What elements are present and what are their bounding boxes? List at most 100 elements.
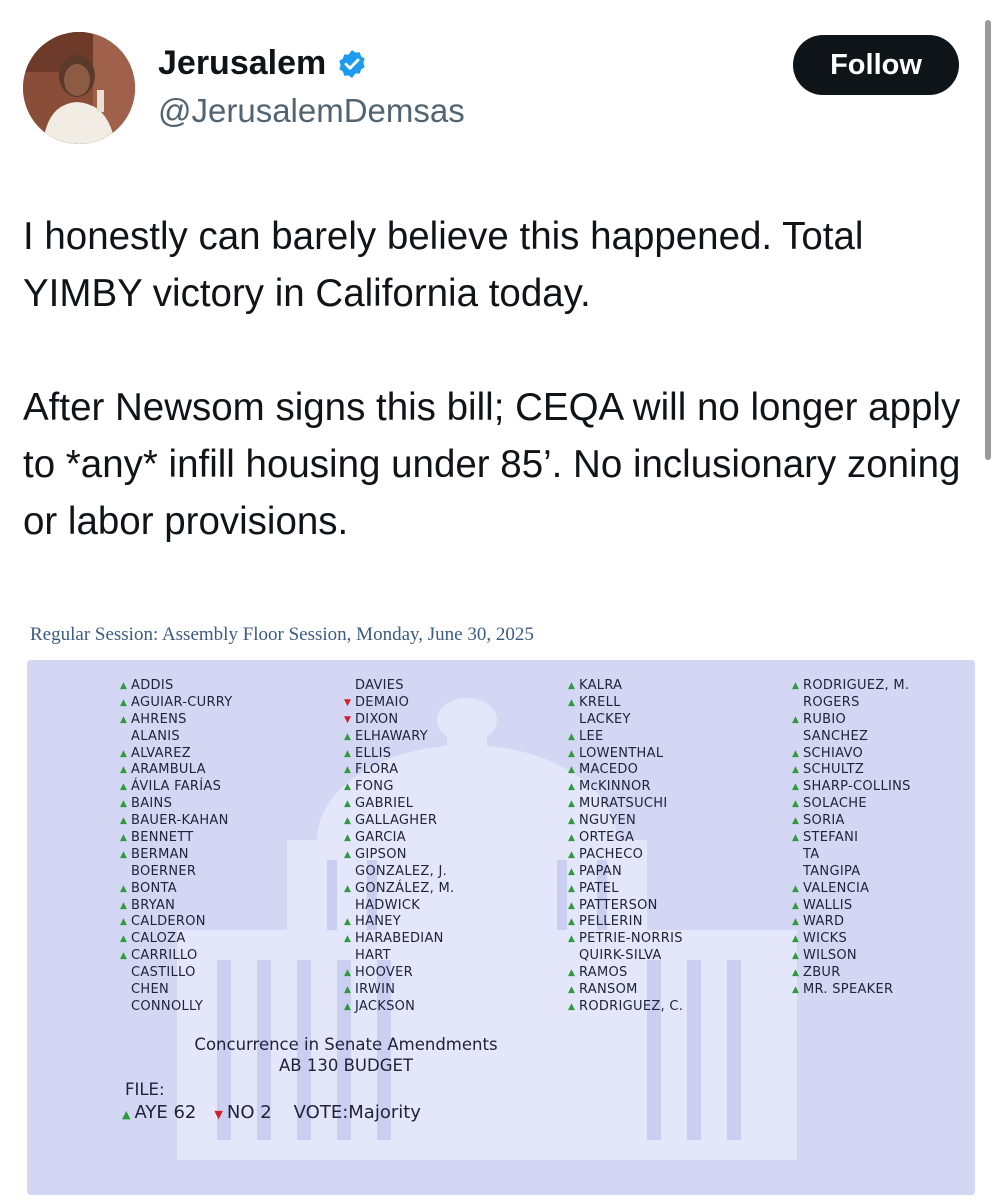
member-row: ▲ CARRILLO xyxy=(117,948,233,965)
aye-triangle-icon: ▲ xyxy=(792,883,800,894)
aye-triangle-icon: ▲ xyxy=(568,968,576,979)
member-name: CARRILLO xyxy=(131,948,198,964)
aye-triangle-icon: ▲ xyxy=(568,748,576,759)
aye-triangle-icon: ▲ xyxy=(344,816,352,827)
member-row: TANGIPA xyxy=(789,864,911,881)
member-name: ELHAWARY xyxy=(355,728,428,744)
member-row: ▲ GIPSON xyxy=(341,847,454,864)
member-name: PATTERSON xyxy=(579,897,658,913)
aye-triangle-icon: ▲ xyxy=(792,951,800,962)
member-name: RAMOS xyxy=(579,965,628,981)
member-row: ▲ GABRIEL xyxy=(341,796,454,813)
member-name: PETRIE-NORRIS xyxy=(579,931,683,947)
member-row: ▲ GARCIA xyxy=(341,830,454,847)
member-name: LEE xyxy=(579,728,604,744)
member-row: BOERNER xyxy=(117,864,233,881)
member-row: ▲ SCHULTZ xyxy=(789,762,911,779)
member-name: DIXON xyxy=(355,711,399,727)
aye-triangle-icon: ▲ xyxy=(792,917,800,928)
aye-triangle-icon: ▲ xyxy=(568,782,576,793)
member-name: HARABEDIAN xyxy=(355,931,444,947)
member-row: HART xyxy=(341,948,454,965)
member-name: IRWIN xyxy=(355,982,396,998)
member-row: CASTILLO xyxy=(117,965,233,982)
aye-triangle-icon: ▲ xyxy=(568,697,576,708)
member-row: ▲ SHARP-COLLINS xyxy=(789,779,911,796)
member-name: MACEDO xyxy=(579,762,639,778)
aye-triangle-icon: ▲ xyxy=(792,968,800,979)
member-row: ALANIS xyxy=(117,729,233,746)
member-name: VALENCIA xyxy=(803,880,870,896)
member-name: BRYAN xyxy=(131,897,176,913)
aye-triangle-icon: ▲ xyxy=(344,968,352,979)
member-name: GARCIA xyxy=(355,830,406,846)
member-name: SCHIAVO xyxy=(803,745,863,761)
aye-triangle-icon: ▲ xyxy=(344,1001,352,1012)
member-name: CASTILLO xyxy=(131,965,196,981)
scrollbar[interactable] xyxy=(985,20,991,460)
member-name: HOOVER xyxy=(355,965,413,981)
member-name: PAPAN xyxy=(579,863,623,879)
author-handle[interactable]: @JerusalemDemsas xyxy=(158,92,465,130)
aye-triangle-icon: ▲ xyxy=(344,985,352,996)
follow-button[interactable]: Follow xyxy=(793,35,959,95)
member-row: ▲ GONZÁLEZ, M. xyxy=(341,881,454,898)
aye-triangle-icon: ▲ xyxy=(568,985,576,996)
member-name: LACKEY xyxy=(579,711,631,727)
aye-triangle-icon: ▲ xyxy=(792,816,800,827)
member-row: ▲ GALLAGHER xyxy=(341,813,454,830)
member-name: CONNOLLY xyxy=(131,998,204,1014)
member-row: LACKEY xyxy=(565,712,683,729)
no-count: NO 2 xyxy=(226,1102,272,1123)
member-row: ▲ RODRIGUEZ, C. xyxy=(565,999,683,1016)
aye-triangle-icon: ▲ xyxy=(120,917,128,928)
member-row: ▲ BRYAN xyxy=(117,898,233,915)
aye-triangle-icon: ▲ xyxy=(568,731,576,742)
member-name: CALOZA xyxy=(131,931,186,947)
member-row: ▲ RUBIO xyxy=(789,712,911,729)
member-row: ▲ HOOVER xyxy=(341,965,454,982)
member-row: ▲ MURATSUCHI xyxy=(565,796,683,813)
member-name: JACKSON xyxy=(355,998,416,1014)
tweet-paragraph-1: I honestly can barely believe this happe… xyxy=(23,215,864,315)
member-name: McKINNOR xyxy=(579,779,651,795)
member-row: ▲ JACKSON xyxy=(341,999,454,1016)
member-name: RODRIGUEZ, C. xyxy=(579,998,684,1014)
member-row: ▲ LEE xyxy=(565,729,683,746)
member-name: ELLIS xyxy=(355,745,392,761)
member-row: ▲ BAUER-KAHAN xyxy=(117,813,233,830)
member-name: MURATSUCHI xyxy=(579,796,668,812)
member-row: ▲ WILSON xyxy=(789,948,911,965)
member-row: ▲ FLORA xyxy=(341,762,454,779)
member-row: ▲ RAMOS xyxy=(565,965,683,982)
aye-triangle-icon: ▲ xyxy=(344,765,352,776)
member-name: ZBUR xyxy=(803,965,841,981)
member-name: CALDERON xyxy=(131,914,206,930)
member-row: ▲ SOLACHE xyxy=(789,796,911,813)
member-row: ▲ KALRA xyxy=(565,678,683,695)
member-row: CHEN xyxy=(117,982,233,999)
aye-triangle-icon: ▲ xyxy=(344,917,352,928)
member-row: QUIRK-SILVA xyxy=(565,948,683,965)
file-label: FILE: xyxy=(125,1080,165,1099)
tweet-text: I honestly can barely believe this happe… xyxy=(23,208,983,550)
aye-triangle-icon: ▲ xyxy=(568,866,576,877)
member-row: ▲ HANEY xyxy=(341,914,454,931)
member-row: ▲ VALENCIA xyxy=(789,881,911,898)
aye-triangle-icon: ▲ xyxy=(120,714,128,725)
member-name: BOERNER xyxy=(131,863,197,879)
member-name: MR. SPEAKER xyxy=(803,982,894,998)
no-triangle-icon: ▼ xyxy=(344,697,352,708)
aye-triangle-icon: ▲ xyxy=(120,681,128,691)
aye-triangle-icon: ▲ xyxy=(792,799,800,810)
member-row: TA xyxy=(789,847,911,864)
vote-record-image[interactable]: Regular Session: Assembly Floor Session,… xyxy=(0,612,1002,1200)
member-row: ▼ DEMAIO xyxy=(341,695,454,712)
author-name[interactable]: Jerusalem xyxy=(158,44,326,83)
member-name: WARD xyxy=(803,914,845,930)
member-name: FLORA xyxy=(355,762,399,778)
member-name: ORTEGA xyxy=(579,830,635,846)
avatar[interactable] xyxy=(23,32,135,144)
member-name: ALVAREZ xyxy=(131,745,191,761)
member-name: GIPSON xyxy=(355,846,407,862)
